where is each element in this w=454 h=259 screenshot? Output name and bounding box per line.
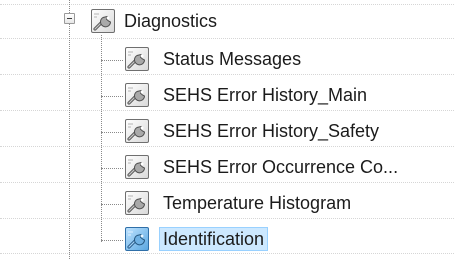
tree-connector [101, 132, 123, 133]
tree-connector [69, 24, 70, 259]
tree-node-label: SEHS Error History_Main [163, 85, 368, 105]
tree-connector [101, 60, 123, 61]
tree-connector [69, 0, 70, 13]
tree-node-label: SEHS Error Occurrence Co... [163, 157, 399, 177]
tree-node-label: SEHS Error History_Safety [163, 121, 380, 141]
wrench-config-icon [124, 154, 150, 180]
tree-node-label: Status Messages [163, 49, 302, 69]
tree-node-label: Diagnostics [124, 11, 218, 31]
tree-connector [101, 35, 102, 242]
wrench-config-icon [124, 46, 150, 72]
wrench-config-icon [124, 82, 150, 108]
wrench-config-icon [90, 8, 116, 34]
tree-node-label: Temperature Histogram [163, 193, 352, 213]
minus-icon [67, 18, 72, 19]
tree-connector [101, 204, 123, 205]
wrench-config-icon [124, 118, 150, 144]
tree-node-label-selected: Identification [159, 227, 269, 251]
collapse-toggle-button[interactable] [64, 13, 75, 24]
tree-connector [101, 240, 123, 241]
tree-view: Diagnostics Status Messages SEHS Error H… [0, 0, 454, 259]
wrench-config-icon [124, 226, 150, 252]
wrench-config-icon [124, 190, 150, 216]
tree-connector [101, 96, 123, 97]
tree-connector [101, 168, 123, 169]
